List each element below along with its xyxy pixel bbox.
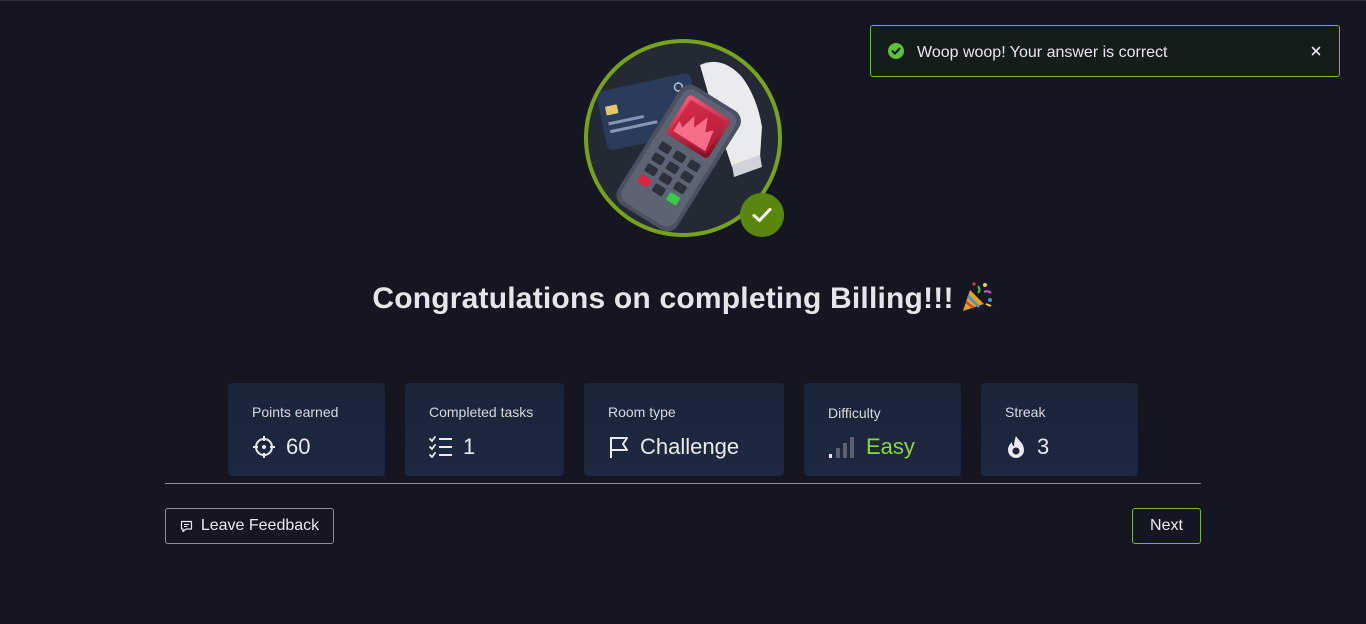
- stat-streak-card: Streak 3: [981, 383, 1138, 476]
- signal-bars-icon: [828, 435, 856, 459]
- points-label: Points earned: [252, 404, 339, 420]
- flame-icon: [1005, 435, 1027, 459]
- toast-message: Woop woop! Your answer is correct: [917, 44, 1168, 61]
- tasks-value: 1: [463, 434, 476, 459]
- task-list-icon: [429, 436, 453, 458]
- stat-difficulty-card: Difficulty Easy: [804, 383, 961, 476]
- crosshair-icon: [252, 435, 276, 459]
- leave-feedback-label: Leave Feedback: [200, 517, 320, 534]
- difficulty-label: Difficulty: [828, 405, 881, 421]
- streak-label: Streak: [1005, 404, 1046, 420]
- points-value: 60: [286, 434, 311, 459]
- completed-check-icon: [740, 193, 784, 237]
- check-circle-icon: [888, 43, 904, 59]
- top-border: [0, 0, 1366, 1]
- stat-points-card: Points earned 60: [228, 383, 385, 476]
- room-type-value: Challenge: [640, 434, 740, 459]
- party-popper-icon: [960, 280, 994, 322]
- feedback-icon: [180, 520, 193, 533]
- stat-tasks-card: Completed tasks 1: [405, 383, 564, 476]
- stat-room-type-card: Room type Challenge: [584, 383, 784, 476]
- completion-title: Congratulations on completing Billing!!!: [372, 282, 954, 315]
- leave-feedback-button[interactable]: Leave Feedback: [165, 508, 334, 544]
- completion-heading: Congratulations on completing Billing!!!: [0, 280, 1366, 322]
- flag-icon: [608, 435, 630, 459]
- next-label: Next: [1150, 517, 1183, 534]
- success-toast: Woop woop! Your answer is correct: [870, 25, 1340, 77]
- close-icon[interactable]: [1307, 42, 1325, 60]
- difficulty-value: Easy: [866, 434, 915, 459]
- streak-value: 3: [1037, 434, 1050, 459]
- divider: [165, 483, 1201, 484]
- room-type-label: Room type: [608, 404, 676, 420]
- next-button[interactable]: Next: [1132, 508, 1201, 544]
- tasks-label: Completed tasks: [429, 404, 534, 420]
